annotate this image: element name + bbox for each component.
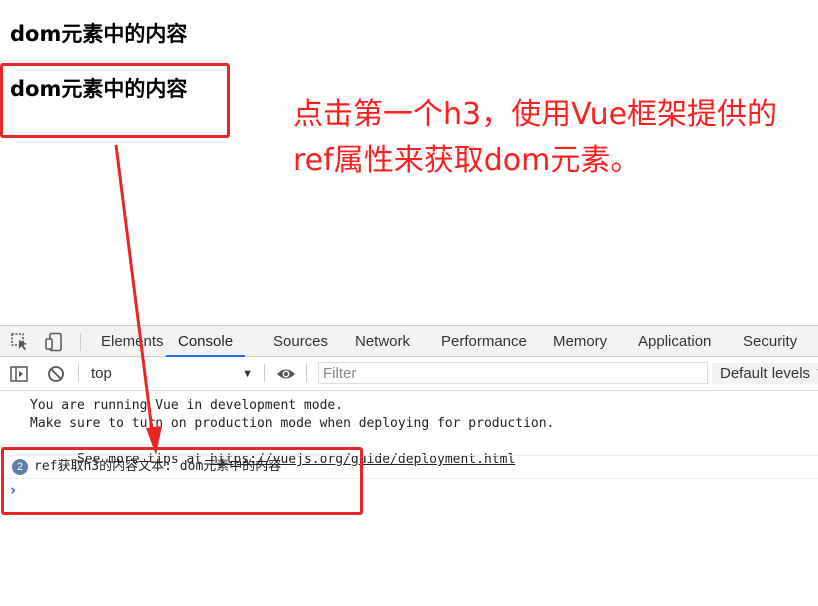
sidebar-toggle-icon[interactable] [10, 365, 28, 383]
clear-console-icon[interactable] [47, 365, 65, 383]
tab-network[interactable]: Network [355, 326, 410, 357]
context-value: top [91, 365, 112, 382]
tab-console[interactable]: Console [166, 326, 246, 357]
tab-application[interactable]: Application [638, 326, 711, 357]
log-line: You are running Vue in development mode. [30, 398, 344, 413]
toolbar-separator [78, 364, 79, 382]
dropdown-caret-icon: ▼ [242, 368, 253, 380]
toolbar-separator [264, 364, 265, 382]
h3-first[interactable]: dom元素中的内容 [10, 20, 187, 48]
tab-elements[interactable]: Elements [101, 326, 164, 357]
highlight-box-console [1, 447, 363, 515]
log-line: Make sure to turn on production mode whe… [30, 416, 555, 431]
inspect-icon[interactable] [10, 332, 30, 352]
annotation-text: 点击第一个h3，使用Vue框架提供的ref属性来获取dom元素。 [293, 97, 778, 178]
tab-security[interactable]: Security [743, 326, 797, 357]
eye-icon[interactable] [276, 365, 295, 383]
tab-memory[interactable]: Memory [553, 326, 607, 357]
tab-performance[interactable]: Performance [441, 326, 527, 357]
highlight-box-h3 [0, 63, 230, 138]
console-toolbar: top ▼ Default levels ▼ [0, 357, 818, 391]
tab-separator [80, 333, 81, 351]
device-toggle-icon[interactable] [44, 332, 64, 352]
context-select[interactable]: top ▼ [88, 363, 257, 385]
devtools-tabbar: Elements Console Sources Network Perform… [0, 325, 818, 357]
toolbar-separator [306, 364, 307, 382]
filter-input[interactable] [318, 362, 708, 384]
log-levels-select[interactable]: Default levels ▼ [712, 363, 818, 385]
tab-sources[interactable]: Sources [273, 326, 328, 357]
